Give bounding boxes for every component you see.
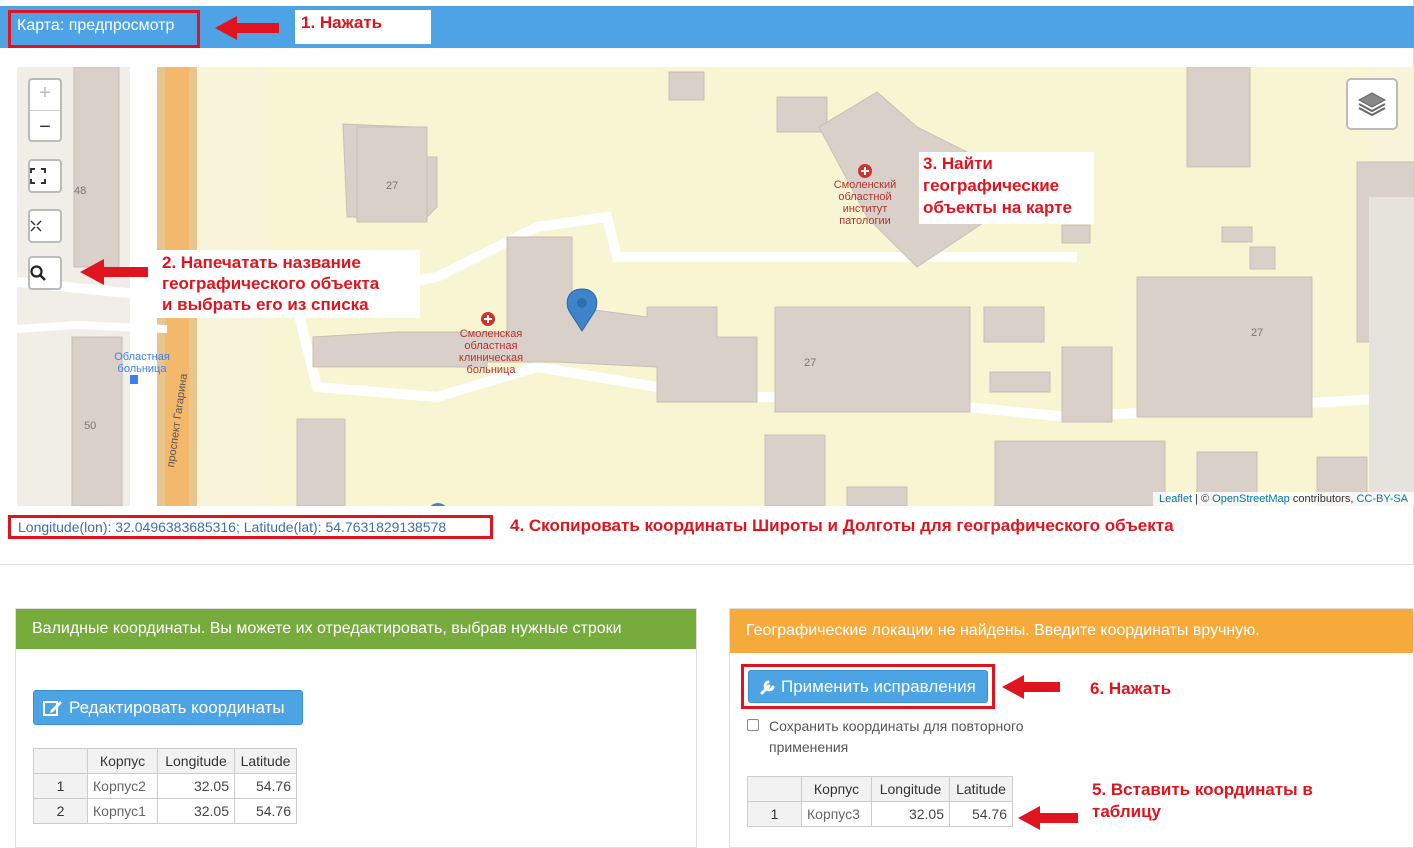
column-header[interactable]: Longitude [157,748,235,774]
bus-stop-label: Областная больница [102,351,182,375]
cell-longitude[interactable]: 32.05 [157,773,235,799]
save-coordinates-label-line: Сохранить координаты для повторного [769,718,1024,734]
cell-name[interactable]: Корпус1 [87,798,158,824]
step5-label: 5. Вставить координаты в таблицу [1092,779,1313,823]
corner-cell [747,776,802,802]
map-attribution: Leaflet | © OpenStreetMap contributors, … [1152,492,1414,506]
institute-label-line: патологии [839,215,891,227]
cell-latitude[interactable]: 54.76 [949,801,1013,827]
map-preview-title[interactable]: Карта: предпросмотр [17,17,174,35]
step1-label-box: 1. Нажать [295,10,431,44]
step3-label-line: объекты на карте [923,198,1072,217]
column-header[interactable]: Latitude [949,776,1013,802]
table-row[interactable]: 2 Корпус1 32.05 54.76 [33,798,297,824]
column-header[interactable]: Корпус [87,748,158,774]
step5-arrow-icon [1018,806,1078,830]
hospital-label-line: клиническая [458,352,524,364]
step2-arrow-icon [80,259,148,285]
edit-coordinates-label: Редактировать координаты [69,698,285,717]
table-header-row: Корпус Longitude Latitude [747,776,1013,802]
corner-cell [33,748,88,774]
cell-name[interactable]: Корпус2 [87,773,158,799]
search-icon [30,265,46,281]
institute-label-line: областной [838,191,892,203]
collapse-button[interactable] [28,209,62,243]
zoom-out-button[interactable]: − [28,112,62,146]
step3-label-line: географические [923,176,1060,195]
column-header[interactable]: Longitude [871,776,950,802]
hospital-label-line: больница [466,364,516,376]
fullscreen-icon [30,168,46,184]
row-number[interactable]: 1 [747,801,802,827]
manual-coordinates-heading: Географические локации не найдены. Введи… [730,609,1413,653]
step5-label-line: 5. Вставить координаты в [1092,780,1313,799]
step6-arrow-icon [1002,675,1060,699]
zoom-divider [30,110,60,111]
institute-label-line: институт [842,203,888,215]
save-coordinates-label[interactable]: Сохранить координаты для повторного прим… [769,716,1024,758]
valid-coordinates-table[interactable]: Корпус Longitude Latitude 1 Корпус2 32.0… [33,748,297,824]
step2-label-box: 2. Напечатать название географического о… [154,250,420,318]
manual-coordinates-table[interactable]: Корпус Longitude Latitude 1 Корпус3 32.0… [747,776,1013,827]
valid-coordinates-heading: Валидные координаты. Вы можете их отреда… [16,609,696,649]
step4-label: 4. Скопировать координаты Широты и Долго… [510,516,1174,535]
step2-label: 2. Напечатать название географического о… [154,250,420,317]
cell-latitude[interactable]: 54.76 [234,798,297,824]
map-label-27a: 27 [386,180,399,192]
step6-label: 6. Нажать [1090,679,1172,698]
step2-label-line: и выбрать его из списка [162,295,369,314]
step3-label: 3. Найти географические объекты на карте [919,152,1094,220]
attrib-sep: | © [1192,493,1213,505]
table-row[interactable]: 1 Корпус3 32.05 54.76 [747,801,1013,827]
table-header-row: Корпус Longitude Latitude [33,748,297,774]
map-label-48: 48 [74,185,87,197]
leaflet-link[interactable]: Leaflet [1159,493,1192,505]
hospital-label-line: областная [464,340,518,352]
step2-label-line: географического объекта [162,274,380,293]
step1-label: 1. Нажать [301,13,383,32]
institute-label: Смоленский областной институт патологии [820,179,910,227]
collapse-icon [30,220,42,232]
cell-name[interactable]: Корпус3 [801,801,872,827]
step3-label-box: 3. Найти географические объекты на карте [919,152,1094,224]
row-number[interactable]: 2 [33,798,88,824]
apply-corrections-button[interactable]: Применить исправления [748,670,988,703]
step1-arrow-icon [215,16,279,40]
bus-stop-label-line: Областная [114,351,170,363]
save-coordinates-checkbox[interactable] [747,719,759,731]
row-number[interactable]: 1 [33,773,88,799]
column-header[interactable]: Корпус [801,776,872,802]
cell-latitude[interactable]: 54.76 [234,773,297,799]
search-button[interactable] [28,256,62,290]
cell-longitude[interactable]: 32.05 [871,801,950,827]
license-link[interactable]: CC-BY-SA [1356,493,1408,505]
osm-link[interactable]: OpenStreetMap [1212,493,1290,505]
institute-label-line: Смоленский [833,179,897,191]
zoom-in-button[interactable]: + [28,78,62,112]
step3-label-line: 3. Найти [923,154,993,173]
map-label-50: 50 [84,420,97,432]
edit-icon [43,701,62,716]
step5-label-line: таблицу [1092,802,1162,821]
fullscreen-button[interactable] [28,159,62,193]
apply-corrections-label: Применить исправления [781,677,976,696]
cell-longitude[interactable]: 32.05 [157,798,235,824]
step2-label-line: 2. Напечатать название [162,253,361,272]
wrench-icon [760,680,775,695]
map-preview-header[interactable] [0,6,1414,48]
save-coordinates-label-line: применения [769,739,849,755]
hospital-label: Смоленская областная клиническая больниц… [446,328,536,376]
table-row[interactable]: 1 Корпус2 32.05 54.76 [33,773,297,799]
map-label-27c: 27 [1251,327,1264,339]
coordinates-readout[interactable]: Longitude(lon): 32.0496383685316; Latitu… [8,515,493,539]
layers-button[interactable] [1346,78,1398,130]
layers-icon [1357,92,1387,117]
column-header[interactable]: Latitude [234,748,297,774]
map-label-27b: 27 [804,357,817,369]
hospital-label-line: Смоленская [459,328,523,340]
bus-stop-label-line: больница [117,363,167,375]
attrib-contrib: contributors, [1289,493,1357,505]
edit-coordinates-button[interactable]: Редактировать координаты [33,690,303,725]
